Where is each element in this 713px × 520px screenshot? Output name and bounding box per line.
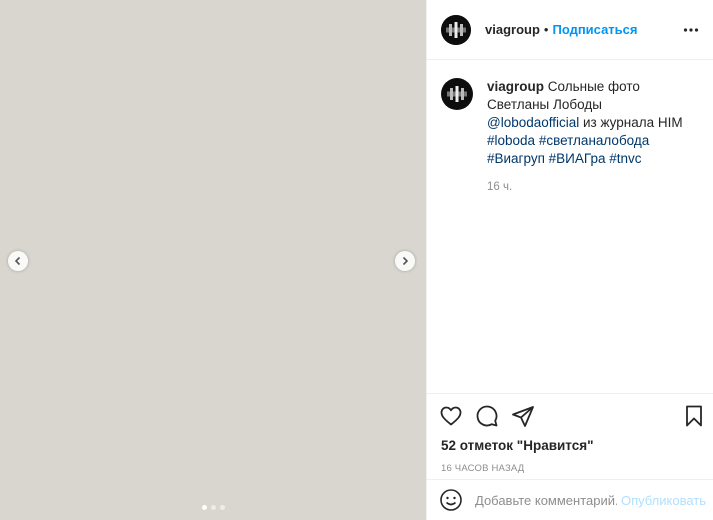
caption-avatar[interactable] — [441, 78, 473, 110]
share-button[interactable] — [511, 404, 535, 428]
action-section: 52 отметок "Нравится" 16 ЧАСОВ НАЗАД — [427, 393, 713, 474]
viagroup-logo-icon — [442, 79, 472, 109]
paper-plane-icon — [512, 405, 534, 427]
save-button[interactable] — [682, 404, 706, 428]
follow-button[interactable]: Подписаться — [552, 22, 637, 37]
slide-indicator — [0, 505, 426, 510]
next-slide-button[interactable] — [395, 251, 415, 271]
post-view: viagroup • Подписаться viagroup Сольные … — [0, 0, 713, 520]
caption-body: viagroup Сольные фото Светланы Лободы @l… — [487, 78, 692, 196]
viagroup-logo-icon — [441, 14, 471, 45]
caption-text: из журнала HIM — [579, 115, 683, 130]
likes-count[interactable]: 52 отметок "Нравится" — [427, 437, 713, 455]
hashtag-link[interactable]: #tnvc — [609, 151, 641, 166]
chevron-left-icon — [14, 256, 21, 266]
chevron-right-icon — [402, 256, 409, 266]
comment-button[interactable] — [475, 404, 499, 428]
photo-placeholder — [0, 0, 426, 520]
post-timestamp[interactable]: 16 ЧАСОВ НАЗАД — [427, 463, 713, 474]
comment-input[interactable] — [475, 492, 617, 508]
bookmark-icon — [686, 405, 702, 426]
heart-icon — [440, 406, 462, 425]
caption-username[interactable]: viagroup — [487, 79, 544, 94]
slide-dot — [219, 505, 225, 510]
action-bar — [427, 394, 713, 437]
avatar[interactable] — [441, 14, 471, 45]
separator-dot: • — [543, 22, 549, 37]
more-options-icon[interactable] — [683, 22, 699, 38]
author-username[interactable]: viagroup — [485, 22, 540, 37]
slide-dot — [210, 505, 216, 510]
previous-slide-button[interactable] — [8, 251, 28, 271]
caption-mention-link[interactable]: @lobodaofficial — [487, 115, 579, 130]
caption-time[interactable]: 16 ч. — [487, 178, 692, 196]
hashtag-link[interactable]: #ВИАГра — [549, 151, 606, 166]
post-sidebar: viagroup • Подписаться viagroup Сольные … — [426, 0, 713, 520]
hashtag-link[interactable]: #loboda — [487, 133, 535, 148]
add-comment-form: Опубликовать — [427, 479, 713, 520]
hashtag-link[interactable]: #Виагруп — [487, 151, 545, 166]
slide-dot — [201, 505, 207, 510]
post-header: viagroup • Подписаться — [427, 0, 713, 60]
post-media[interactable] — [0, 0, 426, 520]
emoji-icon[interactable] — [439, 488, 463, 512]
like-button[interactable] — [439, 404, 463, 428]
comment-icon — [476, 405, 498, 426]
hashtag-link[interactable]: #светланалобода — [539, 133, 649, 148]
publish-button[interactable]: Опубликовать — [621, 493, 706, 508]
post-caption: viagroup Сольные фото Светланы Лободы @l… — [427, 60, 713, 196]
